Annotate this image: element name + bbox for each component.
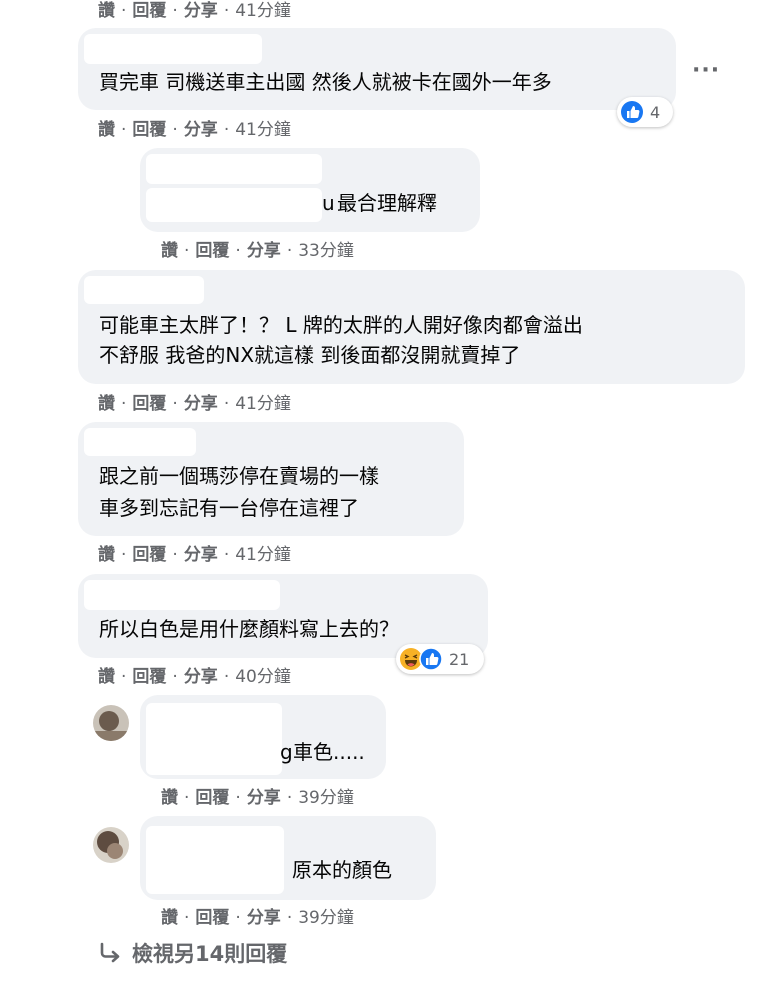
comment-timestamp[interactable]: 41分鐘 bbox=[235, 394, 291, 414]
reaction-summary[interactable]: 21 bbox=[396, 644, 484, 674]
share-link[interactable]: 分享 bbox=[184, 545, 218, 565]
mention-fragment: g bbox=[280, 740, 293, 764]
comment-timestamp[interactable]: 41分鐘 bbox=[235, 120, 291, 140]
comment-timestamp[interactable]: 39分鐘 bbox=[298, 908, 354, 928]
reaction-count: 4 bbox=[650, 102, 661, 122]
share-link[interactable]: 分享 bbox=[184, 667, 218, 687]
share-link[interactable]: 分享 bbox=[184, 1, 218, 21]
comment-text: 跟之前一個瑪莎停在賣場的一樣 bbox=[99, 464, 379, 488]
redacted-author-name bbox=[84, 580, 280, 610]
reply-arrow-icon bbox=[100, 942, 120, 963]
more-options-icon[interactable]: ··· bbox=[692, 58, 720, 83]
view-more-replies-label[interactable]: 檢視另14則回覆 bbox=[132, 938, 287, 968]
share-link[interactable]: 分享 bbox=[247, 788, 281, 808]
avatar[interactable] bbox=[93, 705, 129, 741]
share-link[interactable]: 分享 bbox=[247, 908, 281, 928]
comment-actions: 讚 · 回覆 · 分享 · 41分鐘 bbox=[98, 545, 291, 565]
comment-text: 所以白色是用什麼顏料寫上去的？ bbox=[99, 617, 399, 641]
share-link[interactable]: 分享 bbox=[247, 241, 281, 261]
reply-link[interactable]: 回覆 bbox=[132, 667, 166, 687]
redacted-author-name bbox=[146, 154, 322, 184]
comment-text: 原本的顏色 bbox=[292, 858, 392, 882]
redacted-author-name bbox=[84, 276, 204, 304]
like-link[interactable]: 讚 bbox=[98, 394, 115, 414]
reply-link[interactable]: 回覆 bbox=[132, 394, 166, 414]
reply-link[interactable]: 回覆 bbox=[195, 241, 229, 261]
comment-timestamp[interactable]: 41分鐘 bbox=[235, 1, 291, 21]
comment-timestamp[interactable]: 40分鐘 bbox=[235, 667, 291, 687]
like-icon bbox=[620, 100, 644, 124]
like-link[interactable]: 讚 bbox=[98, 545, 115, 565]
like-link[interactable]: 讚 bbox=[98, 667, 115, 687]
like-link[interactable]: 讚 bbox=[98, 120, 115, 140]
comment-text: 最合理解釋 bbox=[337, 191, 437, 215]
reply-link[interactable]: 回覆 bbox=[132, 120, 166, 140]
reaction-count: 21 bbox=[449, 649, 470, 669]
reply-link[interactable]: 回覆 bbox=[195, 788, 229, 808]
like-icon bbox=[419, 647, 443, 671]
redacted-author-name bbox=[84, 428, 196, 456]
comment-actions-top: 讚 · 回覆 · 分享 · 41分鐘 bbox=[98, 1, 291, 21]
comment-text: 車多到忘記有一台停在這裡了 bbox=[99, 496, 359, 520]
mention-fragment: u bbox=[322, 191, 335, 215]
comment-text: 可能車主太胖了！？ L 牌的太胖的人開好像肉都會溢出 bbox=[99, 313, 583, 337]
comment-actions: 讚 · 回覆 · 分享 · 33分鐘 bbox=[161, 241, 354, 261]
comment-actions: 讚 · 回覆 · 分享 · 41分鐘 bbox=[98, 394, 291, 414]
comment-timestamp[interactable]: 33分鐘 bbox=[298, 241, 354, 261]
reaction-summary[interactable]: 4 bbox=[617, 97, 673, 127]
comment-text: 車色..... bbox=[293, 740, 365, 764]
avatar[interactable] bbox=[93, 827, 129, 863]
redacted-author-name bbox=[146, 826, 284, 894]
like-link[interactable]: 讚 bbox=[161, 908, 178, 928]
comment-actions: 讚 · 回覆 · 分享 · 40分鐘 bbox=[98, 667, 291, 687]
redacted-author-name bbox=[84, 34, 262, 64]
reply-link[interactable]: 回覆 bbox=[195, 908, 229, 928]
view-more-replies-link[interactable]: 檢視另14則回覆 bbox=[98, 938, 287, 968]
comment-timestamp[interactable]: 39分鐘 bbox=[298, 788, 354, 808]
like-link[interactable]: 讚 bbox=[161, 241, 178, 261]
share-link[interactable]: 分享 bbox=[184, 120, 218, 140]
reply-link[interactable]: 回覆 bbox=[132, 1, 166, 21]
comment-actions: 讚 · 回覆 · 分享 · 41分鐘 bbox=[98, 120, 291, 140]
comment-actions: 讚 · 回覆 · 分享 · 39分鐘 bbox=[161, 908, 354, 928]
redacted-author-name bbox=[146, 703, 282, 775]
reply-link[interactable]: 回覆 bbox=[132, 545, 166, 565]
comment-actions: 讚 · 回覆 · 分享 · 39分鐘 bbox=[161, 788, 354, 808]
like-link[interactable]: 讚 bbox=[98, 1, 115, 21]
comment-text: 買完車 司機送車主出國 然後人就被卡在國外一年多 bbox=[99, 70, 552, 94]
comment-text: 不舒服 我爸的NX就這樣 到後面都沒開就賣掉了 bbox=[99, 343, 521, 367]
comment-timestamp[interactable]: 41分鐘 bbox=[235, 545, 291, 565]
like-link[interactable]: 讚 bbox=[161, 788, 178, 808]
redacted-author-name bbox=[146, 188, 322, 222]
share-link[interactable]: 分享 bbox=[184, 394, 218, 414]
